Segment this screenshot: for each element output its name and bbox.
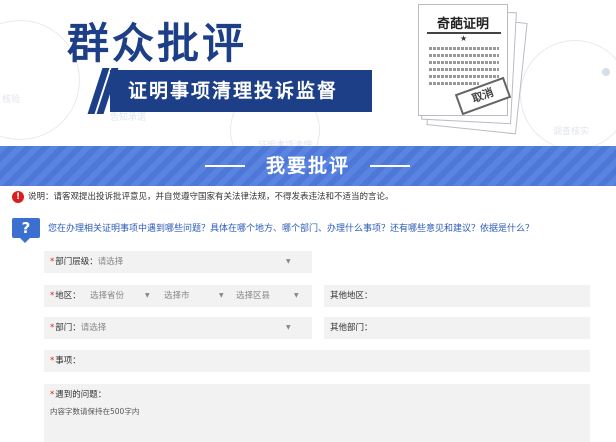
required-mark: *: [50, 257, 55, 267]
other-region-field[interactable]: 其他地区：: [324, 285, 590, 307]
province-placeholder: 选择省份: [90, 291, 125, 301]
star-icon: ★: [460, 34, 468, 43]
exclamation-icon: !: [12, 190, 24, 203]
question-icon: ?: [12, 218, 40, 243]
section-title: 我要批评: [265, 155, 350, 177]
doc-title: 奇葩证明: [436, 17, 489, 32]
district-select[interactable]: 选择区县: [236, 285, 270, 307]
chevron-down-icon: ▼: [286, 258, 291, 265]
doc-text-line: [429, 47, 499, 50]
district-placeholder: 选择区县: [236, 291, 271, 301]
other-department-label: 其他部门：: [330, 323, 373, 333]
header-banner: 核验 证明事项清理 告知承诺 调查核实 群众批评 证明事项清理投诉监督 奇葩证明…: [0, 0, 616, 146]
decor-text-top: 证明事项清理: [258, 141, 313, 146]
chevron-down-icon: ▼: [145, 292, 150, 299]
doc-text-line: [429, 54, 499, 57]
city-placeholder: 选择市: [164, 291, 190, 301]
chevron-down-icon: ▼: [294, 292, 299, 299]
problem-hint: 内容字数请保持在500字内: [50, 407, 140, 416]
required-mark: *: [50, 291, 55, 301]
city-select[interactable]: 选择市: [164, 285, 190, 307]
matter-field[interactable]: *事项：: [44, 350, 590, 372]
section-header: 我要批评: [0, 146, 616, 186]
matter-label: 事项：: [55, 356, 81, 366]
department-placeholder: 请选择: [80, 323, 107, 333]
doc-text-line: [429, 68, 499, 71]
department-select[interactable]: *部门：请选择 ▼: [44, 317, 312, 339]
required-mark: *: [50, 390, 55, 400]
region-label: 地区：: [55, 291, 81, 301]
notice-text: 说明：请客观提出投诉批评意见，并自觉遵守国家有关法律法规，不得发表违法和不适当的…: [28, 192, 394, 202]
question-text: 您在办理相关证明事项中遇到哪些问题？具体在哪个地方、哪个部门、办理什么事项？还有…: [48, 224, 535, 234]
problem-label: 遇到的问题：: [55, 390, 107, 400]
problem-textarea[interactable]: *遇到的问题： 内容字数请保持在500字内: [44, 384, 590, 442]
chevron-down-icon: ▼: [286, 324, 291, 331]
title-line-right: [370, 165, 410, 167]
region-select-group: *地区： 选择省份 ▼ 选择市 ▼ 选择区县 ▼: [44, 285, 312, 307]
other-region-label: 其他地区：: [330, 291, 373, 301]
decor-dot: [602, 68, 610, 76]
page-title: 群众批评: [67, 19, 248, 68]
doc-text-line: [429, 75, 499, 78]
page: 核验 证明事项清理 告知承诺 调查核实 群众批评 证明事项清理投诉监督 奇葩证明…: [0, 0, 616, 442]
dept-level-select[interactable]: *部门层级：请选择 ▼: [44, 251, 312, 273]
page-subtitle: 证明事项清理投诉监督: [110, 70, 372, 112]
notice: ! 说明：请客观提出投诉批评意见，并自觉遵守国家有关法律法规，不得发表违法和不适当…: [12, 190, 394, 204]
dept-level-placeholder: 请选择: [97, 257, 124, 267]
dept-level-label: 部门层级：: [55, 257, 98, 267]
other-department-field[interactable]: 其他部门：: [324, 317, 590, 339]
province-select[interactable]: 选择省份: [90, 285, 124, 307]
decor-text-left: 核验: [2, 95, 21, 105]
chevron-down-icon: ▼: [219, 292, 224, 299]
doc-text-line: [429, 82, 479, 85]
department-label: 部门：: [55, 323, 81, 333]
doc-text-line: [429, 61, 499, 64]
required-mark: *: [50, 323, 55, 333]
required-mark: *: [50, 356, 55, 366]
decor-text-right: 调查核实: [553, 127, 590, 137]
